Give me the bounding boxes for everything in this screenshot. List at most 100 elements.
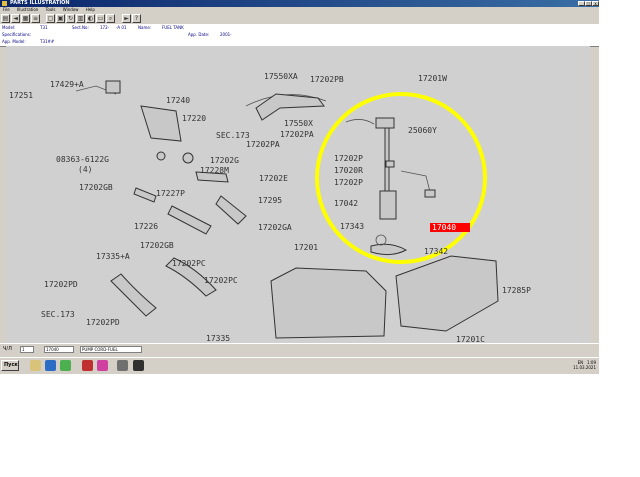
part-label[interactable]: 17226	[134, 222, 158, 231]
part-label[interactable]: 17251	[9, 91, 33, 100]
part-label[interactable]: 17202PC	[204, 276, 238, 285]
maximize-button[interactable]: □	[585, 1, 592, 6]
app-icon-3[interactable]	[117, 360, 128, 371]
bolt-part[interactable]	[156, 151, 166, 161]
part-name-field[interactable]: PUMP CORD-FUEL	[80, 346, 142, 353]
chrome-icon[interactable]	[60, 360, 71, 371]
fuel-pump-part[interactable]	[379, 190, 397, 220]
media-icon[interactable]	[45, 360, 56, 371]
part-label[interactable]: 17202GA	[258, 223, 292, 232]
parts-app-taskbar-icon[interactable]	[133, 360, 144, 371]
part-label[interactable]: 17202E	[259, 174, 288, 183]
part-label[interactable]: 17342	[424, 247, 448, 256]
title-bar: PARTS ILLUSTRATION _ □ x	[0, 0, 599, 7]
part-label[interactable]: 17220	[182, 114, 206, 123]
app-model-value: T31##	[40, 39, 55, 44]
part-no-field[interactable]: 17040	[44, 346, 74, 353]
part-label[interactable]: 17240	[166, 96, 190, 105]
part-label[interactable]: 17202PB	[310, 75, 344, 84]
taskbar: Пуск EN 1:09 11.03.2021	[0, 357, 599, 374]
page-label: Ч/Л	[3, 346, 12, 352]
filler-cap-part[interactable]	[105, 80, 121, 94]
part-label[interactable]: 17202GB	[79, 183, 113, 192]
info-panel: Model: T31 Sect.No: 172- -A 01 Name: FUE…	[0, 24, 599, 47]
app-window: PARTS ILLUSTRATION _ □ x File Illustrati…	[0, 0, 599, 374]
part-label[interactable]: 17201	[294, 243, 318, 252]
fit-icon[interactable]: ▣	[56, 14, 65, 23]
explorer-icon[interactable]	[30, 360, 41, 371]
part-label[interactable]: 17020R	[334, 166, 363, 175]
grid-icon[interactable]: ▥	[76, 14, 85, 23]
app-icon	[2, 1, 7, 6]
part-label[interactable]: 17202P	[334, 178, 363, 187]
part-label[interactable]: 17202PC	[172, 259, 206, 268]
hose-part[interactable]	[133, 187, 157, 203]
back-icon[interactable]: ◄	[11, 14, 20, 23]
app-icon-2[interactable]	[97, 360, 108, 371]
window-title: PARTS ILLUSTRATION	[10, 0, 70, 6]
part-label[interactable]: 17202PD	[44, 280, 78, 289]
part-label[interactable]: 17295	[258, 196, 282, 205]
clock-date: 11.03.2021	[573, 365, 596, 370]
part-label[interactable]: 17227P	[156, 189, 185, 198]
pump-clip-part[interactable]	[385, 160, 395, 168]
selected-part-label[interactable]: 17040	[432, 223, 456, 232]
menu-tools[interactable]: Tools	[46, 7, 56, 12]
search-icon[interactable]: ⌕	[106, 14, 115, 23]
app-icon-1[interactable]	[82, 360, 93, 371]
pump-flange-part[interactable]	[375, 117, 395, 129]
zoom-icon[interactable]: ▢	[46, 14, 55, 23]
list-icon[interactable]: ≡	[31, 14, 40, 23]
part-label[interactable]: 17343	[340, 222, 364, 231]
menu-help[interactable]: Help	[86, 7, 95, 12]
menu-file[interactable]: File	[3, 7, 10, 12]
start-button[interactable]: Пуск	[1, 360, 19, 371]
name-value: FUEL TANK	[162, 25, 184, 30]
lower-hose-part[interactable]	[110, 273, 157, 317]
part-label[interactable]: 17202G	[210, 156, 239, 165]
help-icon[interactable]: ?	[132, 14, 141, 23]
float-part[interactable]	[424, 189, 436, 198]
gasket-part[interactable]	[370, 243, 408, 256]
menu-illustration[interactable]: Illustration	[17, 7, 38, 12]
part-label[interactable]: 17042	[334, 199, 358, 208]
fuel-tank-part[interactable]	[270, 267, 387, 339]
model-value: T31	[40, 25, 48, 30]
minimize-button[interactable]: _	[578, 1, 585, 6]
illustration-canvas[interactable]: 17251 17429+A 17240 17220 SEC.173 17550X…	[6, 46, 590, 343]
system-tray: EN 1:09 11.03.2021	[573, 360, 596, 371]
part-label[interactable]: 25060Y	[408, 126, 437, 135]
part-label[interactable]: 17202PA	[246, 140, 280, 149]
heat-shield-part[interactable]	[395, 255, 499, 332]
vent-hose-part[interactable]	[215, 195, 247, 225]
part-label[interactable]: 17285P	[502, 286, 531, 295]
part-label[interactable]: 17228M	[200, 166, 229, 175]
palette-icon[interactable]: ◐	[86, 14, 95, 23]
part-label[interactable]: 17335+A	[96, 252, 130, 261]
part-label[interactable]: 17550X	[284, 119, 313, 128]
part-label[interactable]: 17202P	[334, 154, 363, 163]
part-label[interactable]: (4)	[78, 165, 92, 174]
part-label[interactable]: 17202PD	[86, 318, 120, 327]
part-label[interactable]: 17202PA	[280, 130, 314, 139]
filler-hose-part[interactable]	[167, 205, 212, 235]
part-label[interactable]: 17202GB	[140, 241, 174, 250]
page-field[interactable]: 1	[20, 346, 34, 353]
next-icon[interactable]: ►	[122, 14, 131, 23]
menu-window[interactable]: Window	[63, 7, 79, 12]
part-label[interactable]: 17335	[206, 334, 230, 343]
print-icon[interactable]: ▦	[21, 14, 30, 23]
part-label[interactable]: SEC.173	[41, 310, 75, 319]
part-label[interactable]: 17201C	[456, 335, 485, 343]
part-label[interactable]: 17550XA	[264, 72, 298, 81]
window-icon[interactable]: ▭	[96, 14, 105, 23]
part-label[interactable]: 17429+A	[50, 80, 84, 89]
clamp-part[interactable]	[182, 152, 194, 164]
filler-neck-part[interactable]	[140, 105, 182, 142]
part-label[interactable]: 08363-6122G	[56, 155, 109, 164]
open-icon[interactable]: ▤	[1, 14, 10, 23]
part-label[interactable]: 17201W	[418, 74, 447, 83]
rotate-icon[interactable]: ↻	[66, 14, 75, 23]
part-label[interactable]: SEC.173	[216, 131, 250, 140]
close-button[interactable]: x	[592, 1, 599, 6]
